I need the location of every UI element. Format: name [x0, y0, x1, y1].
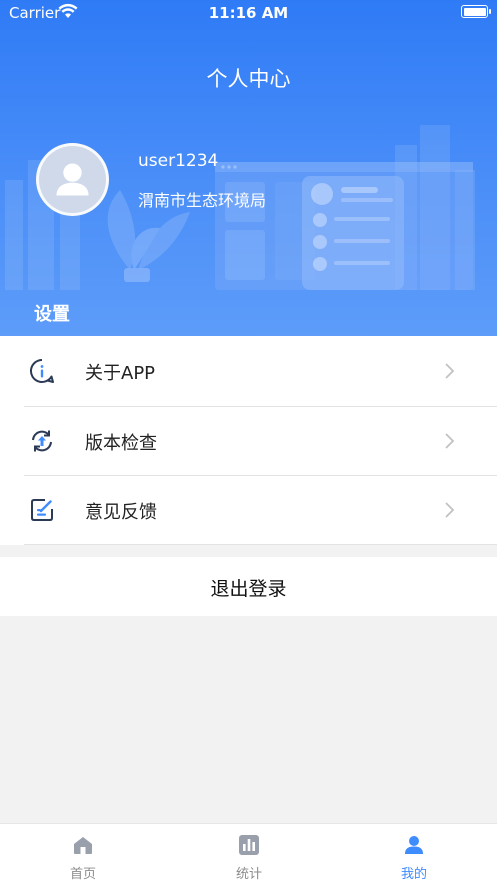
settings-menu: 关于APP 版本检查 意见反馈: [0, 336, 497, 545]
menu-item-version-check[interactable]: 版本检查: [0, 405, 497, 476]
status-bar: Carrier 11:16 AM: [0, 0, 497, 26]
stats-icon: [239, 835, 259, 855]
divider: [24, 543, 497, 545]
chevron-right-icon: [445, 502, 455, 518]
tab-mine[interactable]: 我的: [331, 824, 497, 883]
page-title: 个人中心: [206, 67, 291, 91]
feedback-icon: [31, 499, 53, 521]
update-icon: [32, 430, 52, 451]
user-icon: [405, 836, 423, 854]
menu-item-about[interactable]: 关于APP: [0, 336, 497, 406]
chevron-right-icon: [445, 363, 455, 379]
tab-stats[interactable]: 统计: [166, 824, 332, 883]
menu-item-label: 版本检查: [85, 432, 157, 454]
settings-section-title: 设置: [34, 304, 70, 325]
tab-home[interactable]: 首页: [0, 824, 166, 883]
info-icon: [30, 358, 54, 383]
avatar-user-icon: [56, 163, 89, 196]
organization-name: 渭南市生态环境局: [138, 191, 267, 210]
username: user1234: [138, 151, 219, 171]
battery-icon: [461, 5, 491, 18]
avatar[interactable]: [36, 143, 109, 216]
profile-header: Carrier 11:16 AM 个人中心 user1234 渭南市生态环境局 …: [0, 0, 497, 336]
tab-label: 我的: [400, 867, 427, 882]
clock: 11:16 AM: [208, 4, 289, 22]
tab-label: 首页: [69, 867, 96, 882]
logout-button[interactable]: 退出登录: [0, 557, 497, 616]
chevron-right-icon: [445, 432, 455, 449]
menu-item-feedback[interactable]: 意见反馈: [0, 475, 497, 545]
home-icon: [74, 837, 92, 854]
tab-label: 统计: [235, 867, 262, 882]
tab-bar: 首页 统计 我的: [0, 823, 497, 883]
menu-item-label: 意见反馈: [85, 502, 157, 523]
logout-label: 退出登录: [210, 578, 287, 600]
menu-item-label: 关于APP: [85, 363, 156, 384]
